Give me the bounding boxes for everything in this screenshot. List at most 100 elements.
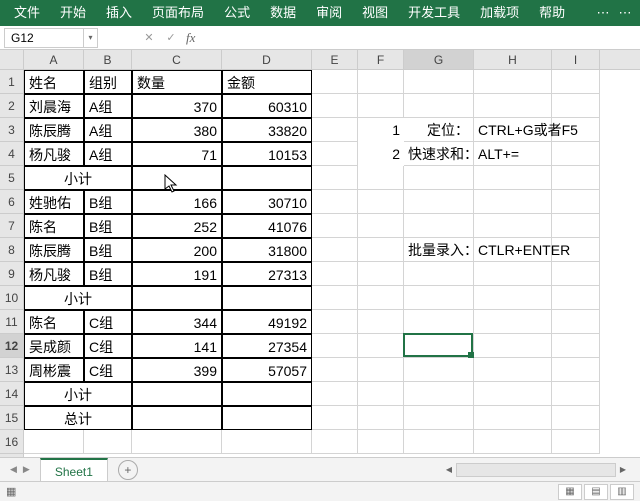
row-header-9[interactable]: 9 [0, 262, 23, 286]
cell-E13[interactable] [312, 358, 358, 382]
cell-E11[interactable] [312, 310, 358, 334]
cell-C7[interactable]: 252 [132, 214, 222, 238]
cell-G5[interactable] [404, 166, 474, 190]
ribbon-tab-视图[interactable]: 视图 [352, 0, 398, 26]
formula-bar[interactable] [203, 28, 640, 48]
cell-B8[interactable]: B组 [84, 238, 132, 262]
cell-F1[interactable] [358, 70, 404, 94]
cell-B9[interactable]: B组 [84, 262, 132, 286]
cell-D2[interactable]: 60310 [222, 94, 312, 118]
cell-D6[interactable]: 30710 [222, 190, 312, 214]
cell-A14[interactable]: 小计 [24, 382, 132, 406]
cell-C16[interactable] [132, 430, 222, 454]
cell-E1[interactable] [312, 70, 358, 94]
cell-D7[interactable]: 41076 [222, 214, 312, 238]
cell-E16[interactable] [312, 430, 358, 454]
cell-H10[interactable] [474, 286, 552, 310]
cell-G11[interactable] [404, 310, 474, 334]
cell-I10[interactable] [552, 286, 600, 310]
cell-F11[interactable] [358, 310, 404, 334]
fx-icon[interactable]: fx [186, 30, 195, 46]
cell-E9[interactable] [312, 262, 358, 286]
cell-F13[interactable] [358, 358, 404, 382]
view-normal-button[interactable]: ▦ [558, 484, 582, 500]
cell-F4[interactable]: 2 [358, 142, 404, 166]
cell-E3[interactable] [312, 118, 358, 142]
cell-D8[interactable]: 31800 [222, 238, 312, 262]
column-header-D[interactable]: D [222, 50, 312, 69]
cell-H14[interactable] [474, 382, 552, 406]
column-header-H[interactable]: H [474, 50, 552, 69]
cell-E7[interactable] [312, 214, 358, 238]
cell-D1[interactable]: 金额 [222, 70, 312, 94]
cell-H2[interactable] [474, 94, 552, 118]
cell-F16[interactable] [358, 430, 404, 454]
column-header-F[interactable]: F [358, 50, 404, 69]
cell-C15[interactable] [132, 406, 222, 430]
column-header-A[interactable]: A [24, 50, 84, 69]
cell-C8[interactable]: 200 [132, 238, 222, 262]
cell-H1[interactable] [474, 70, 552, 94]
confirm-formula-icon[interactable]: ✓ [160, 28, 182, 48]
cell-B6[interactable]: B组 [84, 190, 132, 214]
cell-D3[interactable]: 33820 [222, 118, 312, 142]
ribbon-tab-公式[interactable]: 公式 [214, 0, 260, 26]
cell-B12[interactable]: C组 [84, 334, 132, 358]
column-header-B[interactable]: B [84, 50, 132, 69]
cell-D10[interactable] [222, 286, 312, 310]
cell-F7[interactable] [358, 214, 404, 238]
comments-icon[interactable]: ⋯ [614, 0, 636, 26]
ribbon-tab-文件[interactable]: 文件 [4, 0, 50, 26]
cell-F9[interactable] [358, 262, 404, 286]
cell-A15[interactable]: 总计 [24, 406, 132, 430]
ribbon-tab-加载项[interactable]: 加载项 [470, 0, 529, 26]
sheet-tab[interactable]: Sheet1 [40, 458, 108, 482]
row-header-15[interactable]: 15 [0, 406, 23, 430]
cell-E5[interactable] [312, 166, 358, 190]
ribbon-tab-开发工具[interactable]: 开发工具 [398, 0, 470, 26]
row-header-11[interactable]: 11 [0, 310, 23, 334]
sheet-nav-prev-icon[interactable]: ◀ [10, 464, 17, 475]
cell-B11[interactable]: C组 [84, 310, 132, 334]
cell-H16[interactable] [474, 430, 552, 454]
cell-F8[interactable] [358, 238, 404, 262]
cell-A6[interactable]: 姓驰佑 [24, 190, 84, 214]
cell-H7[interactable] [474, 214, 552, 238]
cell-C10[interactable] [132, 286, 222, 310]
cell-G10[interactable] [404, 286, 474, 310]
cell-H6[interactable] [474, 190, 552, 214]
view-page-layout-button[interactable]: ▤ [584, 484, 608, 500]
column-header-G[interactable]: G [404, 50, 474, 69]
cell-H4[interactable]: ALT+= [474, 142, 552, 166]
cell-G3[interactable]: 定位： [404, 118, 474, 142]
cell-A13[interactable]: 周彬震 [24, 358, 84, 382]
cell-G14[interactable] [404, 382, 474, 406]
cell-A2[interactable]: 刘晨海 [24, 94, 84, 118]
row-header-13[interactable]: 13 [0, 358, 23, 382]
ribbon-tab-插入[interactable]: 插入 [96, 0, 142, 26]
cell-D15[interactable] [222, 406, 312, 430]
hscroll-left-icon[interactable]: ◀ [442, 463, 456, 477]
row-header-6[interactable]: 6 [0, 190, 23, 214]
cell-G8[interactable]: 批量录入： [404, 238, 474, 262]
cell-D5[interactable] [222, 166, 312, 190]
cell-A12[interactable]: 吴成颜 [24, 334, 84, 358]
cell-F10[interactable] [358, 286, 404, 310]
cell-E10[interactable] [312, 286, 358, 310]
cell-C14[interactable] [132, 382, 222, 406]
sheet-nav-next-icon[interactable]: ▶ [23, 464, 30, 475]
cell-I4[interactable] [552, 142, 600, 166]
name-box-dropdown[interactable]: ▾ [84, 28, 98, 48]
cell-I9[interactable] [552, 262, 600, 286]
column-header-C[interactable]: C [132, 50, 222, 69]
cell-E14[interactable] [312, 382, 358, 406]
cell-F5[interactable] [358, 166, 404, 190]
column-header-I[interactable]: I [552, 50, 600, 69]
row-header-1[interactable]: 1 [0, 70, 23, 94]
cell-A7[interactable]: 陈名 [24, 214, 84, 238]
cell-H8[interactable]: CTLR+ENTER [474, 238, 552, 262]
cell-C9[interactable]: 191 [132, 262, 222, 286]
cell-I11[interactable] [552, 310, 600, 334]
cell-I14[interactable] [552, 382, 600, 406]
cell-F2[interactable] [358, 94, 404, 118]
